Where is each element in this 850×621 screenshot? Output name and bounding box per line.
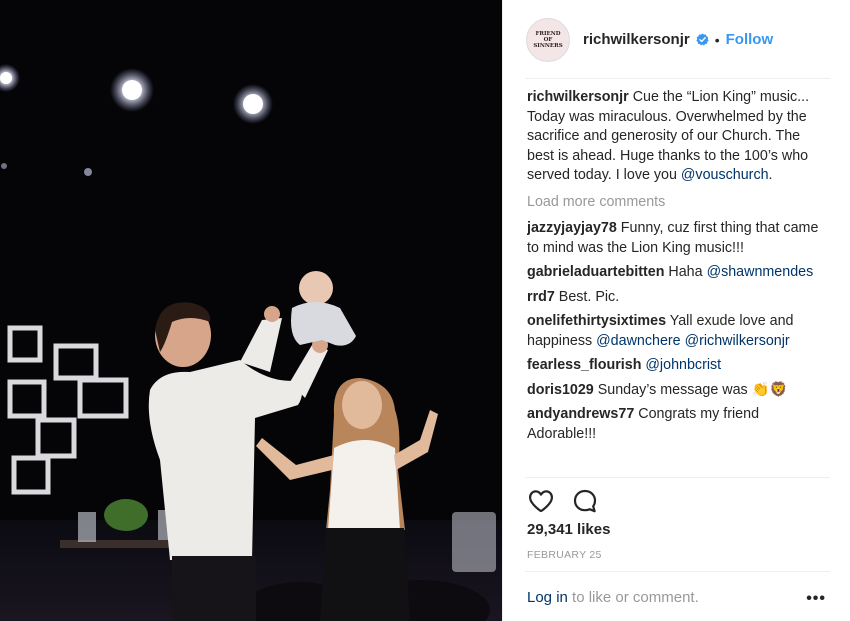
- comment-item: rrd7 Best. Pic.: [527, 288, 827, 308]
- stage-photo-illustration: [0, 64, 502, 621]
- comment-text: Haha: [664, 264, 707, 280]
- comment-username[interactable]: onelifethirtysixtimes: [527, 313, 666, 329]
- comments-list: richwilkersonjr Cue the “Lion King” musi…: [527, 88, 827, 444]
- comment-text: Best. Pic.: [554, 288, 620, 305]
- post-date[interactable]: FEBRUARY 25: [527, 549, 602, 561]
- post-sidebar: FRIEND OF SINNERS richwilkersonjr • Foll…: [502, 0, 850, 621]
- comment-username[interactable]: doris1029: [527, 382, 594, 398]
- comment-username[interactable]: gabrieladuartebitten: [527, 264, 664, 280]
- comment-bubble-icon[interactable]: [571, 487, 599, 515]
- comment-item: fearless_flourish @johnbcrist: [527, 356, 827, 376]
- comment-mention[interactable]: @johnbcrist: [645, 357, 721, 373]
- likes-count[interactable]: 29,341 likes: [527, 521, 610, 538]
- avatar[interactable]: FRIEND OF SINNERS: [526, 17, 570, 62]
- verified-badge-icon: [696, 33, 709, 46]
- comment-item: onelifethirtysixtimes Yall exude love an…: [527, 312, 827, 351]
- login-prompt-text: to like or comment.: [567, 589, 699, 606]
- comment-item: gabrieladuartebitten Haha @shawnmendes: [527, 263, 827, 283]
- header-username[interactable]: richwilkersonjr: [583, 31, 690, 48]
- caption-mention[interactable]: @vouschurch: [681, 167, 769, 183]
- comment-item: andyandrews77 Congrats my friend Adorabl…: [527, 405, 827, 444]
- post-actions: [527, 486, 615, 516]
- caption-end: .: [768, 167, 773, 183]
- comment-text: Sunday’s message was 👏🦁: [593, 381, 788, 398]
- follow-button[interactable]: Follow: [726, 31, 774, 48]
- comment-username[interactable]: andyandrews77: [527, 406, 634, 422]
- login-link[interactable]: Log in: [527, 589, 568, 606]
- header-separator: •: [714, 31, 720, 48]
- more-options-icon[interactable]: •••: [806, 590, 826, 608]
- load-more-comments-button[interactable]: Load more comments: [527, 193, 827, 213]
- comment-username[interactable]: fearless_flourish: [527, 357, 641, 373]
- post-header: FRIEND OF SINNERS richwilkersonjr • Foll…: [503, 0, 850, 79]
- comment-mention[interactable]: @shawnmendes: [707, 264, 814, 280]
- heart-outline-icon[interactable]: [527, 487, 555, 515]
- footer-divider: [525, 571, 830, 572]
- comment-username[interactable]: rrd7: [527, 289, 555, 305]
- comment-item: doris1029 Sunday’s message was 👏🦁: [527, 381, 827, 401]
- header-divider: [525, 78, 830, 79]
- comment-username[interactable]: jazzyjayjay78: [527, 220, 617, 236]
- comment-mention[interactable]: @dawnchere: [596, 333, 680, 349]
- comment-item: jazzyjayjay78 Funny, cuz first thing tha…: [527, 219, 827, 258]
- post-caption: richwilkersonjr Cue the “Lion King” musi…: [527, 88, 827, 186]
- actions-divider: [525, 477, 830, 478]
- login-prompt: Log in to like or comment.: [527, 589, 699, 606]
- comment-mention[interactable]: @richwilkersonjr: [685, 333, 790, 349]
- caption-username[interactable]: richwilkersonjr: [527, 89, 629, 105]
- avatar-logo-text: FRIEND OF SINNERS: [533, 30, 563, 49]
- comments-scroll-area[interactable]: richwilkersonjr Cue the “Lion King” musi…: [527, 88, 827, 477]
- post-photo[interactable]: [0, 0, 502, 621]
